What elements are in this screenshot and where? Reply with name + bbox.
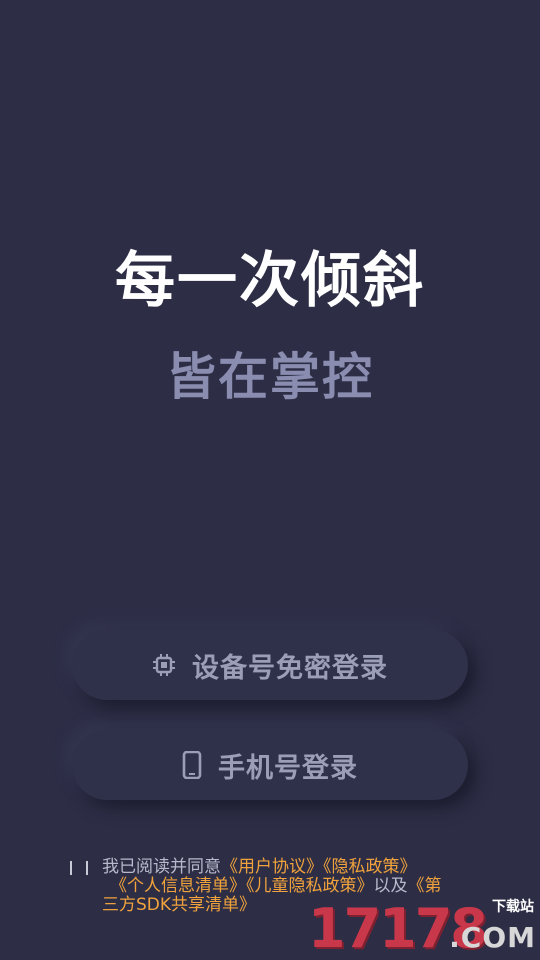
agreement-prefix: 我已阅读并同意: [102, 857, 221, 877]
child-privacy-policy-link[interactable]: 《儿童隐私政策》: [246, 876, 374, 896]
chip-icon: [152, 653, 176, 677]
device-login-button[interactable]: 设备号免密登录: [72, 630, 468, 700]
agreement-line-1: 我已阅读并同意《用户协议》《隐私政策》: [102, 858, 490, 877]
phone-login-button[interactable]: 手机号登录: [72, 730, 468, 800]
site-watermark: 17178 下载站 .COM: [308, 896, 536, 958]
agreement-connector: 以及: [373, 876, 408, 896]
user-agreement-link[interactable]: 《用户协议》: [221, 857, 323, 877]
hero-subtitle: 皆在掌控: [166, 348, 374, 406]
personal-info-list-link[interactable]: 《个人信息清单》: [110, 876, 246, 896]
privacy-policy-link[interactable]: 《隐私政策》: [323, 857, 417, 877]
agreement-line-2: 《个人信息清单》《儿童隐私政策》以及《第: [110, 877, 490, 896]
agreement-checkbox[interactable]: [70, 861, 88, 875]
third-party-sdk-link-part2[interactable]: 三方SDK共享清单》: [102, 895, 256, 915]
hero-title: 每一次倾斜: [115, 246, 425, 316]
phone-login-label: 手机号登录: [218, 752, 358, 784]
third-party-sdk-link-part1[interactable]: 《第: [408, 876, 442, 896]
watermark-download-text: 下载站: [492, 899, 534, 915]
smartphone-icon: [182, 751, 202, 779]
device-login-label: 设备号免密登录: [192, 652, 388, 684]
watermark-domain: .COM: [449, 921, 536, 954]
